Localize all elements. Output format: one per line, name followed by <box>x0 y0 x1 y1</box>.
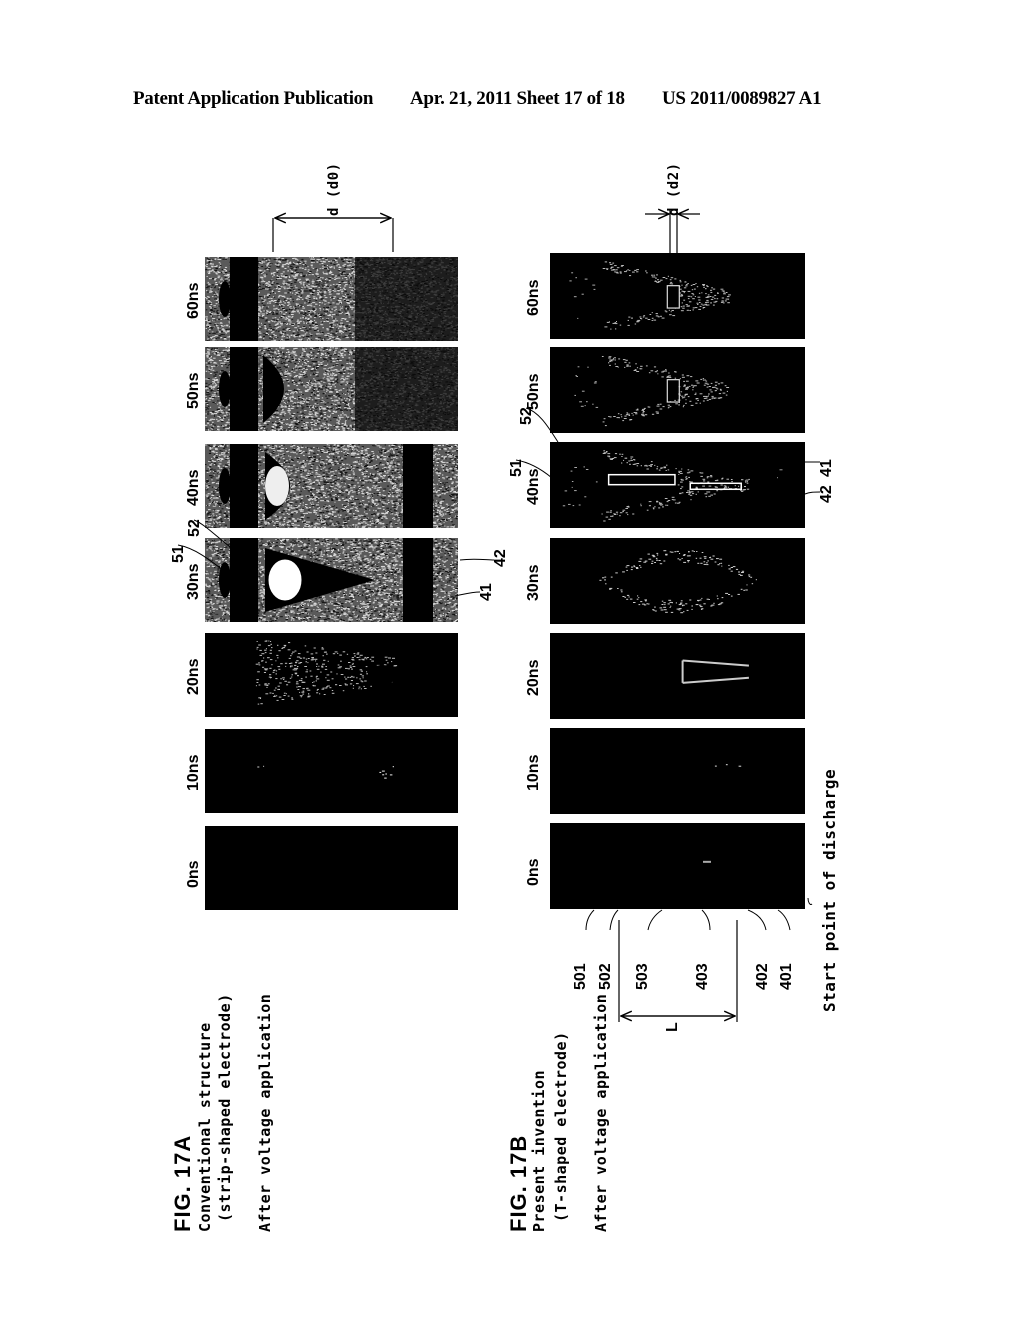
fig17b-label: FIG. 17B <box>506 1134 531 1232</box>
fig17a-time-label: 40ns <box>185 469 202 506</box>
publication-type: Patent Application Publication <box>133 88 374 109</box>
fig17a-title-line1: Conventional structure <box>196 1022 214 1232</box>
fig17b-ref-503: 503 <box>634 963 651 990</box>
fig17b-time-label: 10ns <box>525 754 542 791</box>
fig17a-ref-42: 42 <box>492 549 509 567</box>
fig17a-time-label: 10ns <box>185 754 202 791</box>
fig17b-title-line1: Present invention <box>530 1069 548 1232</box>
fig17a-time-label: 0ns <box>185 860 202 888</box>
fig17b-subtitle: After voltage application <box>592 993 610 1232</box>
fig17a-subtitle: After voltage application <box>256 993 274 1232</box>
fig17b-title-line2: (T-shaped electrode) <box>552 1031 570 1222</box>
fig17b-ref-501: 501 <box>572 963 589 990</box>
fig17b-time-label: 60ns <box>525 279 542 316</box>
fig17a-frame <box>205 633 458 717</box>
fig17b-ref-401: 401 <box>778 963 795 990</box>
fig17a-dimension-label: d (d0) <box>326 162 342 216</box>
fig17a-frame <box>205 444 458 528</box>
fig17a-frame <box>205 257 458 341</box>
fig17b-time-label: 50ns <box>525 373 542 410</box>
fig17a-ref-51: 51 <box>170 545 187 563</box>
fig17b-ref-51: 51 <box>508 459 525 477</box>
fig17b-frame <box>550 728 805 814</box>
fig17b-time-label: 30ns <box>525 564 542 601</box>
fig17b-dimension-label: d (d2) <box>666 162 682 216</box>
fig17a-frame <box>205 347 458 431</box>
start-point-label: Start point of discharge <box>820 768 839 1012</box>
fig17a-label: FIG. 17A <box>170 1134 195 1232</box>
fig17b-ref-403: 403 <box>694 963 711 990</box>
fig17a-time-label: 50ns <box>185 372 202 409</box>
annotation-lines <box>177 0 821 1022</box>
fig17b-frame <box>550 823 805 909</box>
fig17a-ref-52: 52 <box>186 519 203 537</box>
fig17b-frame <box>550 633 805 719</box>
fig17b-time-label: 0ns <box>525 858 542 886</box>
fig17b-ref-41: 41 <box>818 459 835 477</box>
fig17a-title-line2: (strip-shaped electrode) <box>216 993 234 1222</box>
patent-number: US 2011/0089827 A1 <box>662 88 822 109</box>
fig17b-length-label: L <box>664 1022 681 1032</box>
fig17b-ref-402: 402 <box>754 963 771 990</box>
fig17a-frame <box>205 538 458 622</box>
fig17a-frame <box>205 729 458 813</box>
fig17a-frame <box>205 826 458 910</box>
fig17b-ref-42: 42 <box>818 485 835 503</box>
fig17a-ref-41: 41 <box>478 583 495 601</box>
page-header: Patent Application Publication Apr. 21, … <box>0 88 1024 118</box>
date-sheet: Apr. 21, 2011 Sheet 17 of 18 <box>410 88 625 109</box>
fig17b-dimension-arrow <box>645 210 700 255</box>
fig17b-ref-502: 502 <box>597 963 614 990</box>
fig17b-frame <box>550 253 805 339</box>
fig17b-frame <box>550 347 805 433</box>
fig17b-ref-52: 52 <box>518 407 535 425</box>
fig17b-time-label: 40ns <box>525 468 542 505</box>
fig17a-time-label: 30ns <box>185 563 202 600</box>
fig17b-frame <box>550 538 805 624</box>
fig17a-dimension-arrow <box>272 218 394 252</box>
fig17a-time-label: 20ns <box>185 658 202 695</box>
fig17a-time-label: 60ns <box>185 282 202 319</box>
fig17b-frame <box>550 442 805 528</box>
fig17b-time-label: 20ns <box>525 659 542 696</box>
